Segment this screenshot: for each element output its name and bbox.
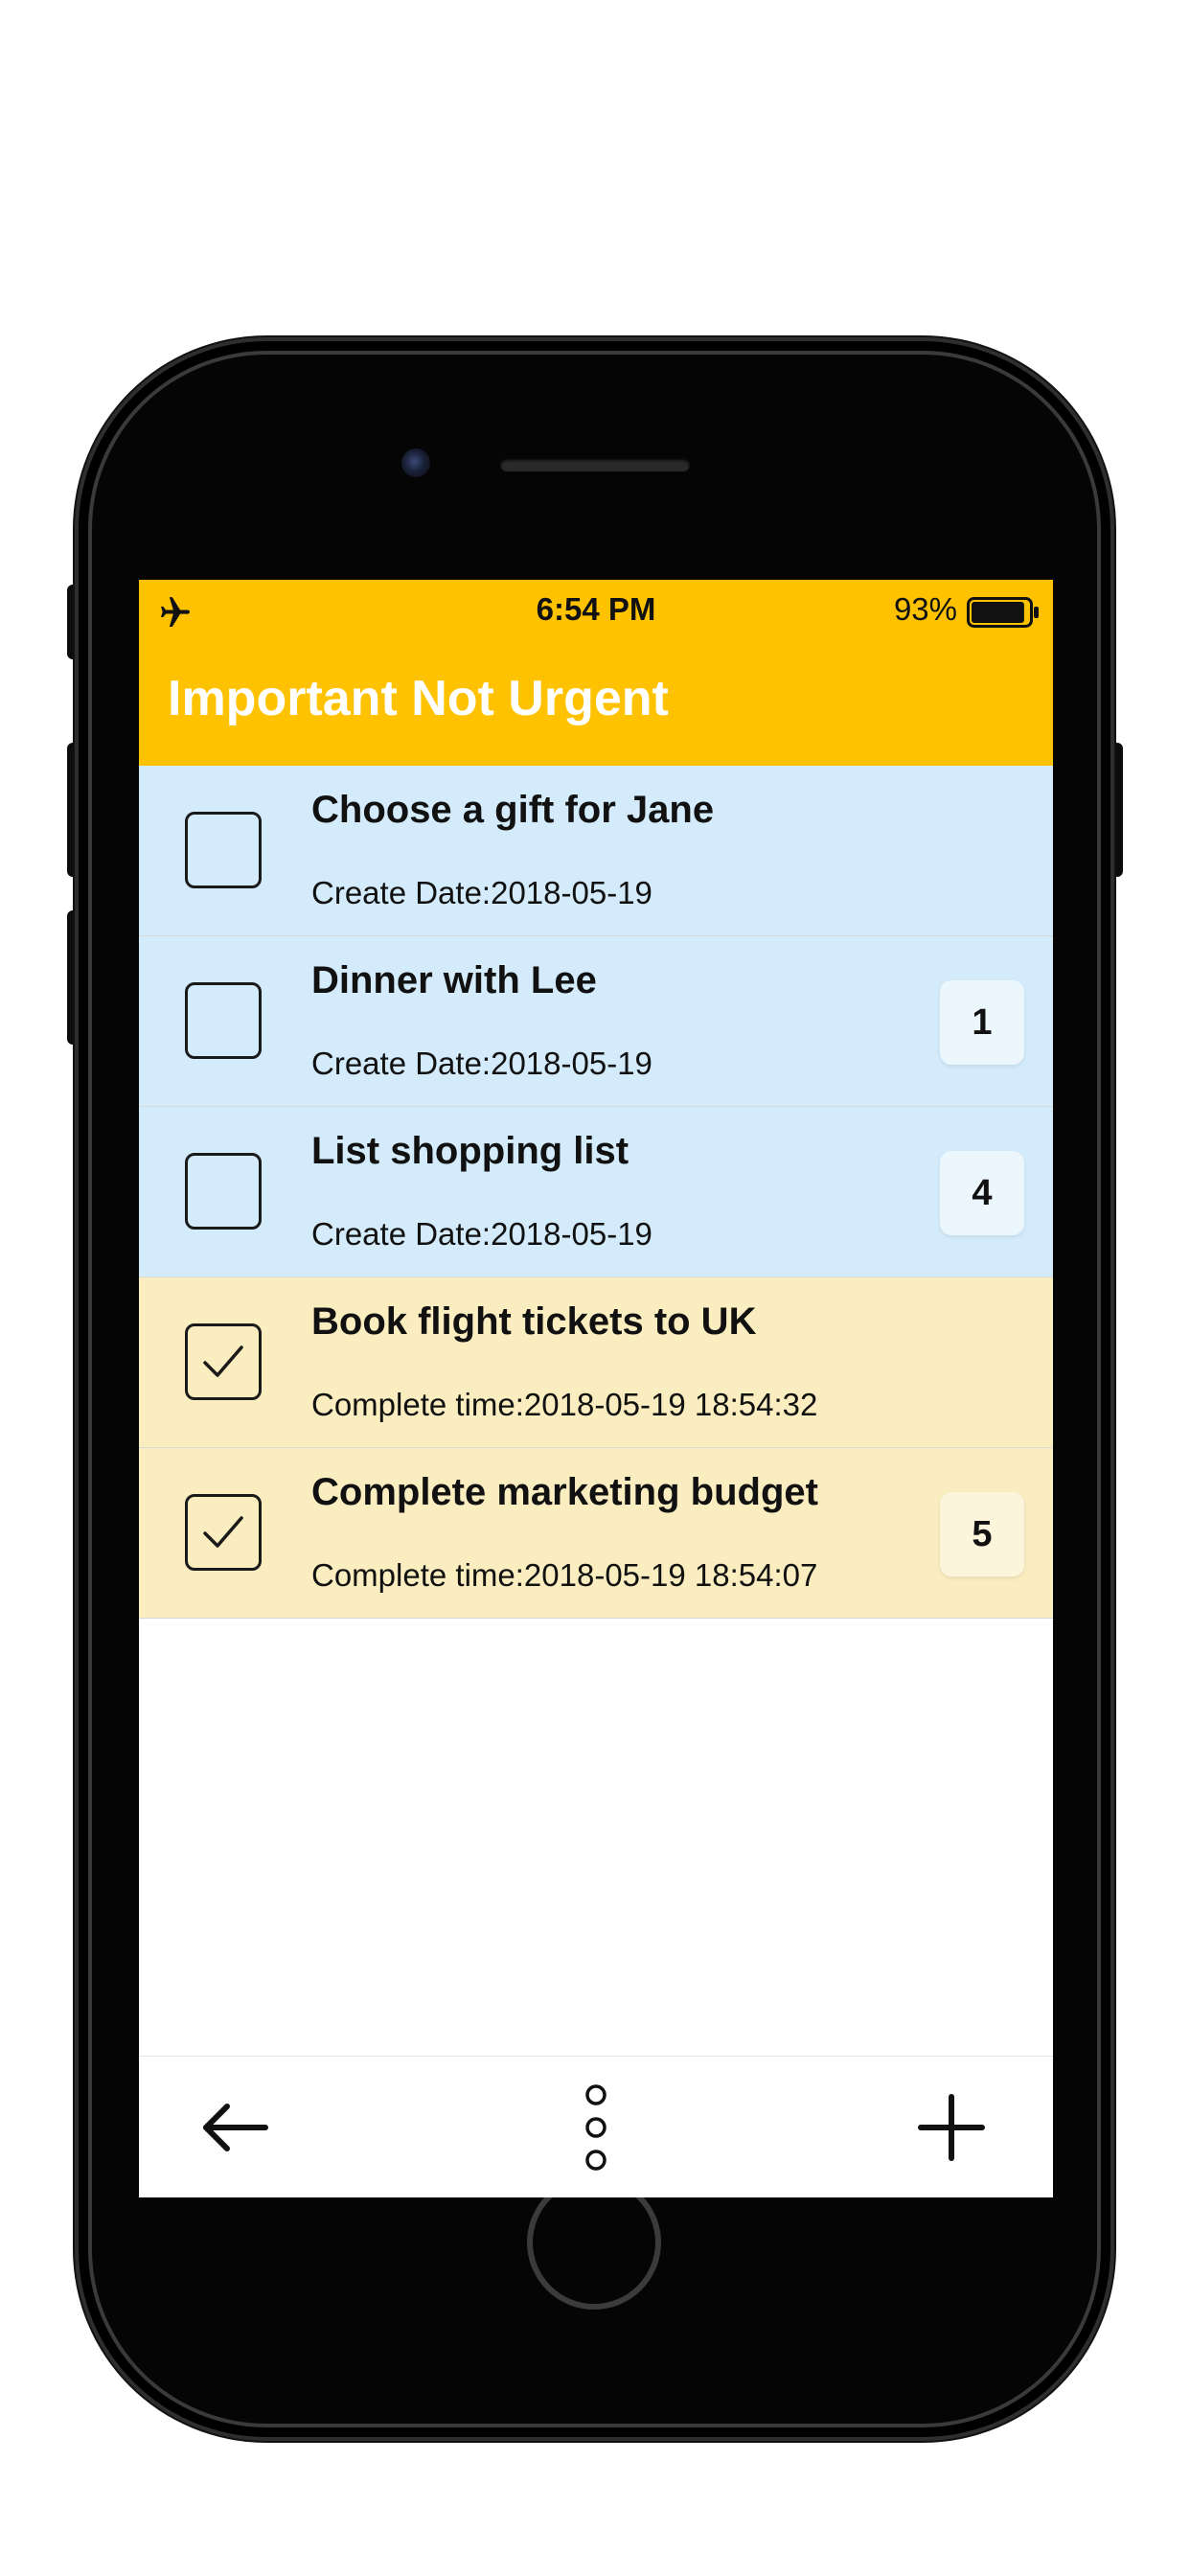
back-button[interactable] [187,2080,283,2175]
bottom-toolbar [139,2056,1053,2197]
app-screen: 6:54 PM 93% Important Not Urgent Choose … [139,580,1053,2197]
task-row[interactable]: List shopping list Create Date:2018-05-1… [139,1107,1053,1277]
task-title: List shopping list [311,1130,629,1172]
task-row[interactable]: Complete marketing budget Complete time:… [139,1448,1053,1619]
add-task-button[interactable] [904,2080,999,2175]
task-create-date: Create Date:2018-05-19 [311,1046,652,1081]
task-checkbox[interactable] [185,812,262,888]
status-bar: 6:54 PM 93% [139,580,1053,643]
task-count-badge[interactable]: 5 [940,1492,1024,1576]
task-title: Complete marketing budget [311,1471,818,1513]
task-row[interactable]: Dinner with Lee Create Date:2018-05-19 1 [139,936,1053,1107]
battery-percentage: 93% [893,591,957,627]
front-camera [401,448,430,477]
task-title: Dinner with Lee [311,959,597,1001]
task-checkbox[interactable] [185,1153,262,1230]
battery-icon [967,597,1039,628]
task-checkbox-checked[interactable] [185,1323,262,1400]
more-vertical-icon [585,2084,606,2171]
more-options-button[interactable] [548,2080,644,2175]
checkmark-icon [203,1516,243,1548]
task-title: Choose a gift for Jane [311,789,715,831]
task-row[interactable]: Book flight tickets to UK Complete time:… [139,1277,1053,1448]
task-row[interactable]: Choose a gift for Jane Create Date:2018-… [139,766,1053,936]
earpiece-speaker [500,458,690,472]
task-create-date: Create Date:2018-05-19 [311,1216,652,1252]
task-complete-time: Complete time:2018-05-19 18:54:07 [311,1557,818,1593]
task-count-badge[interactable]: 1 [940,980,1024,1065]
page-title: Important Not Urgent [168,671,669,726]
task-count-badge[interactable]: 4 [940,1151,1024,1235]
task-create-date: Create Date:2018-05-19 [311,875,652,910]
task-title: Book flight tickets to UK [311,1300,757,1343]
arrow-left-icon [203,2104,268,2151]
checkmark-icon [203,1346,243,1377]
task-list: Choose a gift for Jane Create Date:2018-… [139,766,1053,1619]
task-complete-time: Complete time:2018-05-19 18:54:32 [311,1387,818,1422]
task-checkbox[interactable] [185,982,262,1059]
plus-icon [918,2094,985,2161]
task-checkbox-checked[interactable] [185,1494,262,1571]
app-header: Important Not Urgent [139,643,1053,766]
